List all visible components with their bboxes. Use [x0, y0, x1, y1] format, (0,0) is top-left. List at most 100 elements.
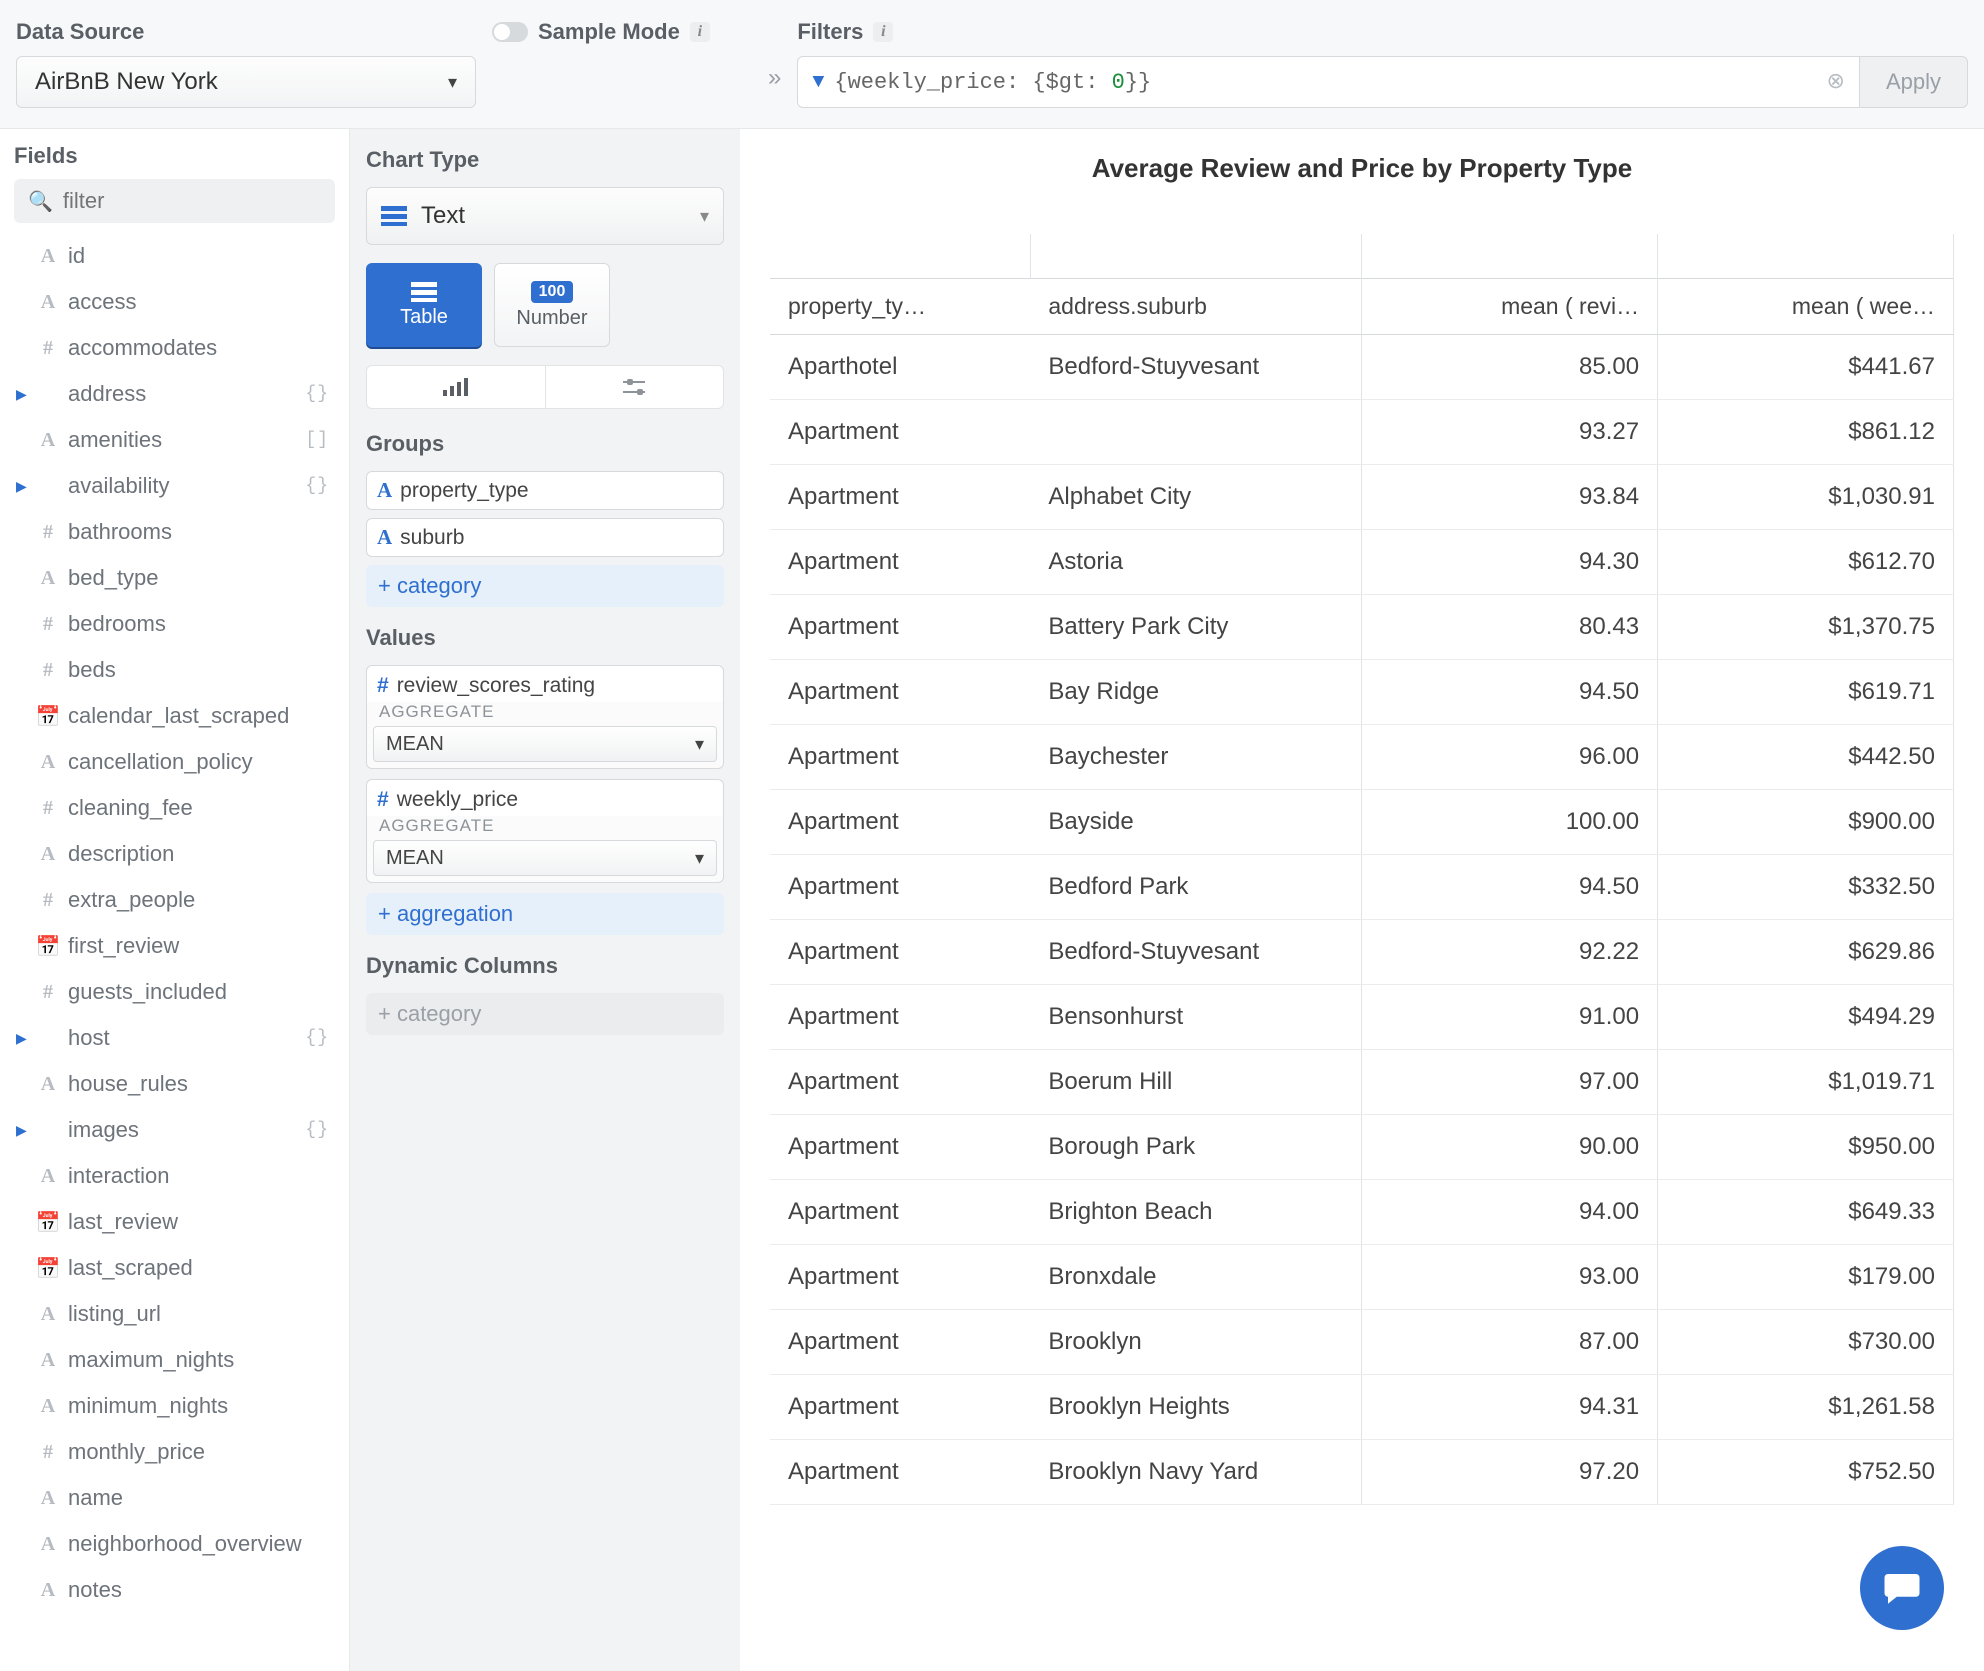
field-item-images[interactable]: ▶images{} — [14, 1107, 335, 1153]
field-item-beds[interactable]: #beds — [14, 647, 335, 693]
fields-filter-text[interactable] — [63, 188, 321, 214]
text-type-icon: A — [377, 525, 392, 550]
filters-label: Filters — [797, 19, 863, 45]
field-item-calendar_last_scraped[interactable]: 📅calendar_last_scraped — [14, 693, 335, 739]
field-item-host[interactable]: ▶host{} — [14, 1015, 335, 1061]
value-pill-weekly-price[interactable]: # weekly_price — [367, 780, 723, 816]
sort-icon[interactable] — [367, 366, 546, 408]
clear-filter-icon[interactable]: ⊗ — [1827, 69, 1845, 95]
table-row[interactable]: ApartmentBorough Park90.00$950.00 — [770, 1114, 1954, 1179]
field-item-accommodates[interactable]: #accommodates — [14, 325, 335, 371]
cell-suburb: Bronxdale — [1030, 1244, 1361, 1309]
table-row[interactable]: ApartmentAlphabet City93.84$1,030.91 — [770, 464, 1954, 529]
field-item-last_review[interactable]: 📅last_review — [14, 1199, 335, 1245]
field-item-id[interactable]: Aid — [14, 233, 335, 279]
col-mean-weekly[interactable]: mean ( wee… — [1658, 278, 1954, 334]
table-row[interactable]: ApartmentBrooklyn Navy Yard97.20$752.50 — [770, 1439, 1954, 1504]
field-item-house_rules[interactable]: Ahouse_rules — [14, 1061, 335, 1107]
aggregate-select-weekly-price[interactable]: MEAN ▾ — [373, 840, 717, 876]
settings-icon[interactable] — [546, 366, 724, 408]
field-item-minimum_nights[interactable]: Aminimum_nights — [14, 1383, 335, 1429]
cell-property-type: Apartment — [770, 1049, 1030, 1114]
field-item-extra_people[interactable]: #extra_people — [14, 877, 335, 923]
chat-fab[interactable] — [1860, 1546, 1944, 1630]
field-item-last_scraped[interactable]: 📅last_scraped — [14, 1245, 335, 1291]
table-row[interactable]: ApartmentBrooklyn87.00$730.00 — [770, 1309, 1954, 1374]
value-pill-review[interactable]: # review_scores_rating — [367, 666, 723, 702]
col-mean-review[interactable]: mean ( revi… — [1362, 278, 1658, 334]
field-item-name[interactable]: Aname — [14, 1475, 335, 1521]
aggregate-select-review[interactable]: MEAN ▾ — [373, 726, 717, 762]
cell-property-type: Apartment — [770, 399, 1030, 464]
field-item-cleaning_fee[interactable]: #cleaning_fee — [14, 785, 335, 831]
add-aggregation[interactable]: + aggregation — [366, 893, 724, 935]
table-row[interactable]: ApartmentBoerum Hill97.00$1,019.71 — [770, 1049, 1954, 1114]
table-row[interactable]: ApartmentBrooklyn Heights94.31$1,261.58 — [770, 1374, 1954, 1439]
info-icon[interactable]: i — [690, 22, 710, 42]
add-group-category[interactable]: + category — [366, 565, 724, 607]
field-name: monthly_price — [68, 1439, 205, 1465]
cell-suburb: Boerum Hill — [1030, 1049, 1361, 1114]
cell-mean-review: 85.00 — [1362, 334, 1658, 399]
field-item-maximum_nights[interactable]: Amaximum_nights — [14, 1337, 335, 1383]
table-row[interactable]: ApartmentBedford-Stuyvesant92.22$629.86 — [770, 919, 1954, 984]
chart-type-select[interactable]: Text ▾ — [366, 187, 724, 245]
field-item-description[interactable]: Adescription — [14, 831, 335, 877]
table-row[interactable]: ApartmentBronxdale93.00$179.00 — [770, 1244, 1954, 1309]
apply-button[interactable]: Apply — [1860, 56, 1968, 108]
field-item-availability[interactable]: ▶availability{} — [14, 463, 335, 509]
cell-mean-weekly: $629.86 — [1658, 919, 1954, 984]
info-icon[interactable]: i — [873, 22, 893, 42]
col-suburb[interactable]: address.suburb — [1030, 278, 1361, 334]
field-item-monthly_price[interactable]: # monthly_price — [14, 1429, 335, 1475]
table-row[interactable]: ApartmentBaychester96.00$442.50 — [770, 724, 1954, 789]
table-row[interactable]: ApartmentBattery Park City80.43$1,370.75 — [770, 594, 1954, 659]
table-row[interactable]: ApartmentAstoria94.30$612.70 — [770, 529, 1954, 594]
fields-filter-input[interactable]: 🔍 — [14, 179, 335, 223]
col-property-type[interactable]: property_ty… — [770, 278, 1030, 334]
cell-mean-weekly: $332.50 — [1658, 854, 1954, 919]
field-item-neighborhood_overview[interactable]: Aneighborhood_overview — [14, 1521, 335, 1567]
table-row[interactable]: ApartmentBrighton Beach94.00$649.33 — [770, 1179, 1954, 1244]
subtype-number[interactable]: 100 Number — [494, 263, 610, 347]
cell-mean-review: 80.43 — [1362, 594, 1658, 659]
field-item-bedrooms[interactable]: #bedrooms — [14, 601, 335, 647]
filter-query-input[interactable]: ▼ {weekly_price: {$gt: 0}} ⊗ — [797, 56, 1860, 108]
add-dynamic-category[interactable]: + category — [366, 993, 724, 1035]
field-item-interaction[interactable]: Ainteraction — [14, 1153, 335, 1199]
field-item-guests_included[interactable]: #guests_included — [14, 969, 335, 1015]
table-row[interactable]: AparthotelBedford-Stuyvesant85.00$441.67 — [770, 334, 1954, 399]
cell-property-type: Apartment — [770, 724, 1030, 789]
subtype-table[interactable]: Table — [366, 263, 482, 347]
field-name: availability — [68, 473, 170, 499]
field-item-bathrooms[interactable]: #bathrooms — [14, 509, 335, 555]
field-item-access[interactable]: Aaccess — [14, 279, 335, 325]
data-source-select[interactable]: AirBnB New York ▾ — [16, 56, 476, 108]
field-item-listing_url[interactable]: Alisting_url — [14, 1291, 335, 1337]
field-item-amenities[interactable]: Aamenities[] — [14, 417, 335, 463]
table-row[interactable]: Apartment93.27$861.12 — [770, 399, 1954, 464]
table-row[interactable]: ApartmentBay Ridge94.50$619.71 — [770, 659, 1954, 724]
cell-mean-weekly: $752.50 — [1658, 1439, 1954, 1504]
field-name: cleaning_fee — [68, 795, 193, 821]
cell-mean-review: 94.50 — [1362, 854, 1658, 919]
field-item-notes[interactable]: Anotes — [14, 1567, 335, 1613]
field-item-cancellation_policy[interactable]: Acancellation_policy — [14, 739, 335, 785]
group-pill-suburb[interactable]: A suburb — [366, 518, 724, 557]
table-row[interactable]: ApartmentBensonhurst91.00$494.29 — [770, 984, 1954, 1049]
group-pill-property-type[interactable]: A property_type — [366, 471, 724, 510]
table-row[interactable]: ApartmentBayside100.00$900.00 — [770, 789, 1954, 854]
field-item-bed_type[interactable]: Abed_type — [14, 555, 335, 601]
table-row[interactable]: ApartmentBedford Park94.50$332.50 — [770, 854, 1954, 919]
cell-suburb: Brighton Beach — [1030, 1179, 1361, 1244]
field-name: minimum_nights — [68, 1393, 228, 1419]
funnel-icon: ▼ — [812, 71, 824, 94]
field-name: bathrooms — [68, 519, 172, 545]
sample-mode-toggle[interactable] — [492, 22, 528, 42]
field-name: id — [68, 243, 85, 269]
data-source-label: Data Source — [16, 18, 476, 46]
field-type-icon: # — [34, 1441, 62, 1464]
field-item-address[interactable]: ▶address{} — [14, 371, 335, 417]
field-name: description — [68, 841, 174, 867]
field-item-first_review[interactable]: 📅first_review — [14, 923, 335, 969]
